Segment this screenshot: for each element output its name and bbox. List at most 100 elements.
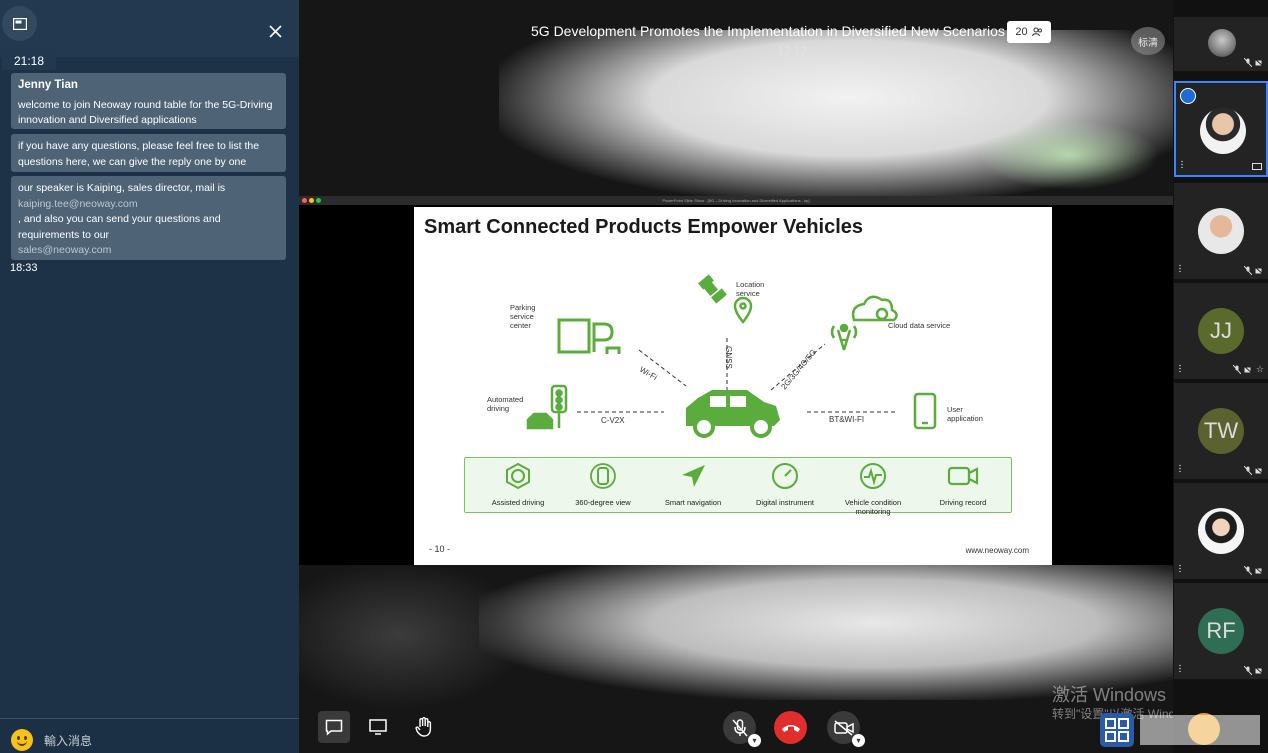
email-link[interactable]: kaiping.tee@neoway.com [18, 197, 279, 213]
participant-tile[interactable] [1174, 183, 1268, 279]
feature-item: Vehicle condition monitoring [828, 462, 918, 516]
mic-off-icon [731, 718, 748, 736]
participant-tile[interactable] [1174, 483, 1268, 579]
more-options-icon[interactable] [1179, 664, 1181, 672]
smartphone-icon [913, 392, 937, 430]
parking-building-icon [557, 318, 621, 354]
main-stage: 5G Development Promotes the Implementati… [299, 0, 1173, 753]
gnss-link-label: GNSS [723, 346, 733, 369]
tile-status [1244, 566, 1264, 575]
raise-hand-button[interactable] [408, 711, 440, 743]
mute-mic-button[interactable]: ▾ [723, 711, 761, 747]
message-text: welcome to join Neoway round table for t… [18, 98, 273, 127]
participant-tile-active-speaker[interactable] [1174, 81, 1268, 177]
camera-off-icon [1255, 58, 1264, 67]
tile-status [1244, 666, 1264, 675]
site-logo-watermark [1100, 713, 1260, 747]
participant-tile[interactable]: RF [1174, 583, 1268, 679]
shared-window-caption: PowerPoint Slide Show - [5G – Driving In… [662, 198, 810, 203]
feature-item: Smart navigation [648, 462, 738, 507]
meeting-window: 21:18 Jenny Tian welcome to join Neoway … [0, 0, 1268, 753]
emoji-icon[interactable] [11, 729, 33, 751]
feature-strip: Assisted driving 360-degree view Smart n… [464, 457, 1012, 516]
activation-watermark: 激活 Windows [1052, 685, 1167, 705]
feature-item: 360-degree view [558, 462, 648, 507]
camera-off-icon [1255, 466, 1264, 475]
participant-list: JJ ☆ TW RF [1173, 0, 1268, 753]
message-text: , and also you can send your questions a… [18, 213, 221, 241]
more-options-icon[interactable] [1179, 564, 1181, 572]
participant-count-button[interactable]: 20 [1007, 21, 1051, 43]
chat-message: Jenny Tian welcome to join Neoway round … [11, 73, 286, 129]
more-options-icon[interactable] [1179, 364, 1181, 372]
chevron-down-icon[interactable]: ▾ [748, 734, 761, 747]
people-icon [1031, 27, 1042, 37]
window-controls [302, 198, 321, 203]
message-input[interactable] [44, 731, 284, 751]
location-service-label: Location service [736, 280, 764, 298]
tile-status [1244, 266, 1264, 275]
cloud-icon [851, 295, 898, 322]
shared-window-titlebar: PowerPoint Slide Show - [5G – Driving In… [299, 196, 1173, 205]
video-quality-button[interactable]: 标清 [1131, 27, 1165, 55]
hang-up-button[interactable] [774, 711, 807, 744]
more-options-icon[interactable] [1179, 464, 1181, 472]
star-icon: ☆ [1255, 364, 1264, 374]
navigation-arrow-icon [682, 465, 705, 487]
minimize-dot-icon [309, 198, 314, 203]
camera-off-icon [833, 719, 854, 736]
meeting-timer: 12:12 [777, 44, 808, 58]
avatar [1200, 108, 1246, 154]
hand-icon [415, 717, 432, 737]
chat-toggle-button[interactable] [318, 711, 350, 743]
feature-label: Smart navigation [664, 498, 722, 507]
cloud-service-label: Cloud data service [888, 321, 951, 330]
cell-tower-icon [830, 323, 858, 351]
chat-message: our speaker is Kaiping, sales director, … [11, 176, 286, 260]
participant-tile[interactable]: TW [1174, 383, 1268, 479]
share-screen-button[interactable] [362, 711, 394, 743]
phone-hangup-icon [781, 724, 800, 732]
feature-label: Driving record [939, 498, 987, 507]
close-chat-button[interactable] [264, 20, 286, 42]
message-sender: Jenny Tian [18, 79, 78, 91]
camera-off-icon [1243, 365, 1253, 374]
more-options-icon[interactable] [1179, 264, 1181, 272]
camera-off-icon [1255, 566, 1264, 575]
steering-wheel-icon [506, 462, 530, 490]
label-text: User application [947, 405, 983, 423]
participant-tile[interactable]: JJ ☆ [1174, 283, 1268, 379]
automated-driving-label: Automated driving [487, 395, 523, 413]
camera-off-icon [1255, 266, 1264, 275]
avatar: JJ [1198, 308, 1244, 354]
participant-tile[interactable] [1174, 17, 1268, 71]
screen-share-icon [1252, 163, 1262, 170]
video-background [479, 560, 1173, 700]
location-pin-icon [733, 296, 753, 325]
cv2x-link-label: C-V2X [601, 416, 625, 425]
parking-service-label: Parking service center [510, 303, 535, 330]
feature-label: Vehicle condition monitoring [844, 498, 902, 516]
feature-label: Digital instrument [756, 498, 814, 507]
chevron-down-icon[interactable]: ▾ [852, 734, 865, 747]
tile-status: ☆ [1232, 364, 1264, 375]
chat-header [0, 0, 299, 57]
camera-off-icon [1255, 666, 1264, 675]
meeting-title: 5G Development Promotes the Implementati… [531, 23, 1005, 39]
video-background [979, 120, 1159, 190]
chat-panel: 21:18 Jenny Tian welcome to join Neoway … [0, 0, 299, 753]
more-options-icon[interactable] [1181, 160, 1183, 168]
chat-input-bar [0, 718, 299, 753]
gauge-icon [772, 463, 798, 489]
chat-message: if you have any questions, please feel f… [11, 134, 286, 172]
email-link[interactable]: sales@neoway.com [18, 243, 279, 259]
chat-bubble-icon [325, 719, 343, 736]
camera-toggle-button[interactable]: ▾ [827, 711, 865, 747]
satellite-icon [698, 274, 727, 304]
maximize-dot-icon [316, 198, 321, 203]
bt-wifi-link-label: BT&WI-FI [829, 415, 865, 424]
slide-website: www.neoway.com [965, 546, 1029, 555]
heartbeat-icon [860, 463, 886, 489]
avatar: RF [1198, 608, 1244, 654]
picture-in-picture-button[interactable] [2, 6, 37, 41]
